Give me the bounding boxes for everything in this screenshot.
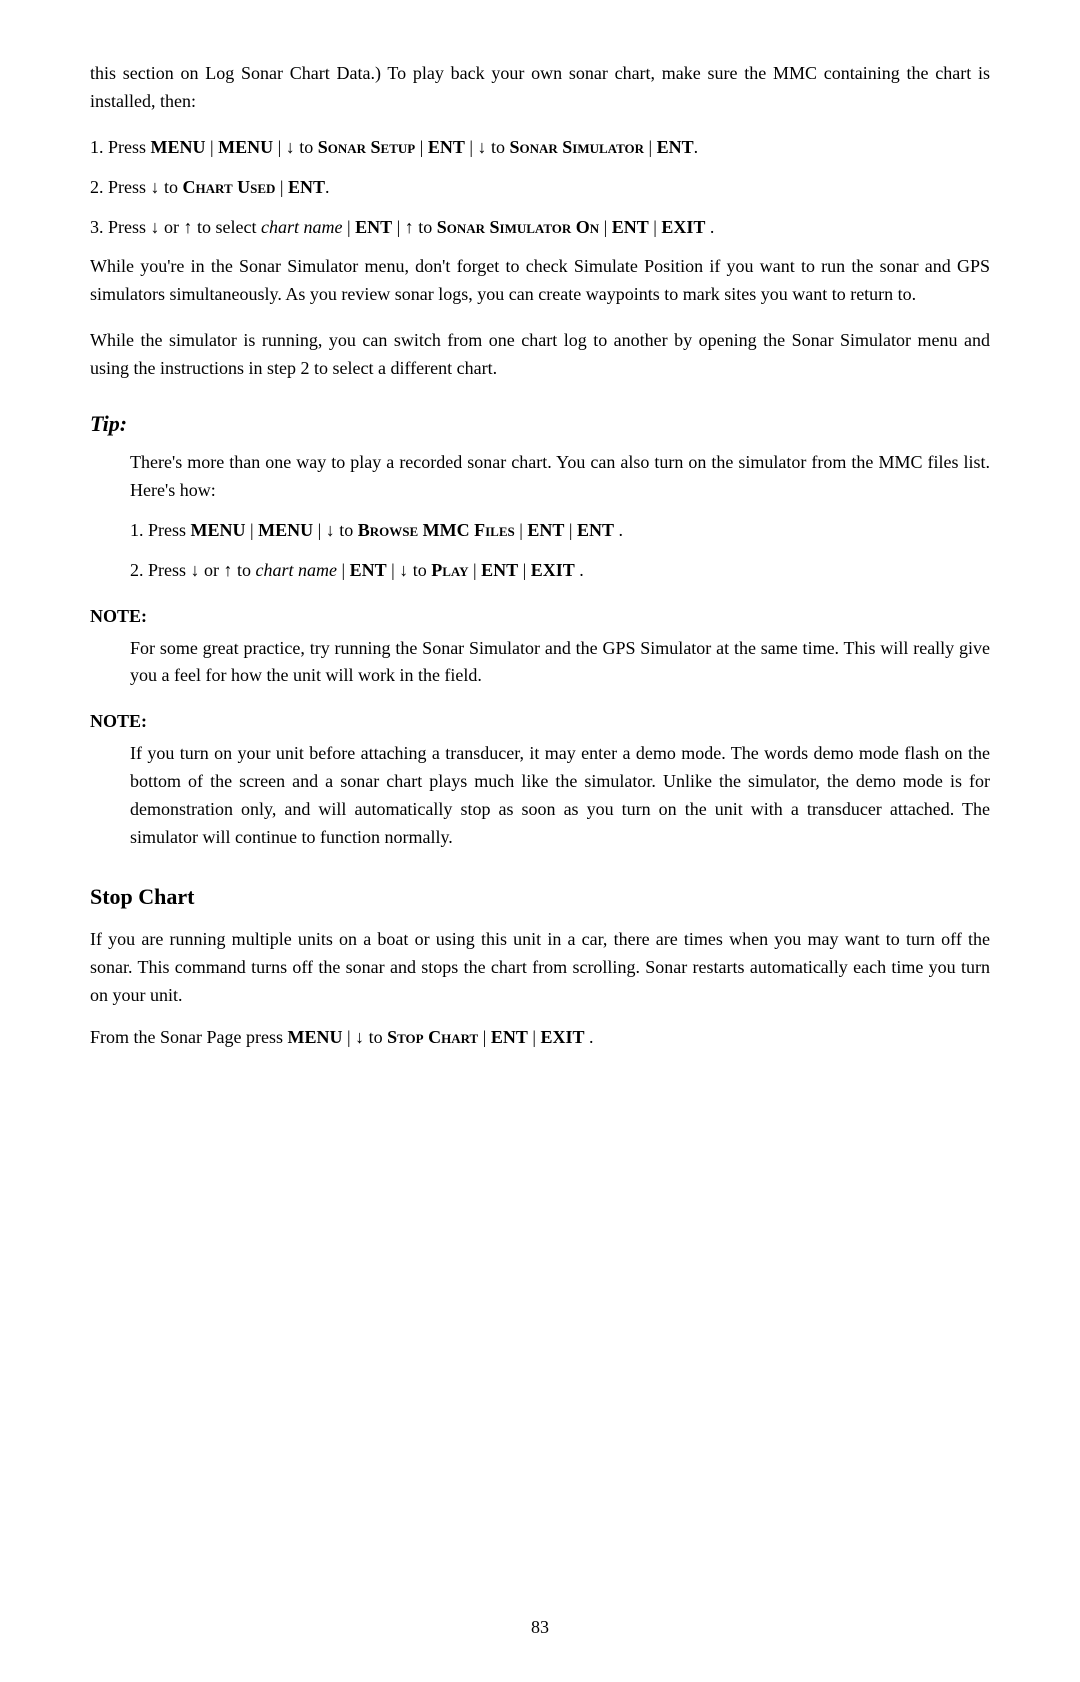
intro-paragraph: this section on Log Sonar Chart Data.) T… [90,60,990,116]
tip-pipe1: | [250,520,258,540]
tip-step-2-pipe2: | ↓ to [391,560,431,580]
step-3-ent2: ENT [612,217,649,237]
stop-chart-ent: ENT [491,1027,528,1047]
pipe1: | [206,137,219,157]
stop-chart-period: . [589,1027,594,1047]
tip-step-1-line: 1. Press MENU | MENU | ↓ to Browse MMC F… [130,517,990,545]
stop-chart-menu: MENU [287,1027,342,1047]
tip-step-1-ent2: ENT [577,520,614,540]
step-3-chartname: chart name [261,217,342,237]
tip-step-2-or: or [204,560,224,580]
step-3-ent1: ENT [355,217,392,237]
tip-pipe2: | ↓ to [318,520,358,540]
stop-chart-pipe1: | ↓ to [347,1027,387,1047]
step-1-key-ent1: ENT [428,137,465,157]
note2-text: If you turn on your unit before attachin… [130,740,990,852]
note1-text: For some great practice, try running the… [130,635,990,691]
tip-step-1-ent1: ENT [527,520,564,540]
step-2-line: 2. Press ↓ to Chart Used | ENT. [90,174,990,202]
stop-chart-exit: EXIT [540,1027,584,1047]
stop-chart-heading: Stop Chart [90,880,990,914]
tip-step-2-line: 2. Press ↓ or ↑ to chart name | ENT | ↓ … [130,557,990,585]
tip-step-1-browse: Browse MMC Files [358,520,515,540]
note1-block: For some great practice, try running the… [130,635,990,691]
note2-heading: NOTE: [90,708,990,736]
step-1-period: . [694,137,699,157]
stop-chart-para2: From the Sonar Page press MENU | ↓ to St… [90,1024,990,1052]
step-3-period: . [710,217,715,237]
step-2-period: . [325,177,330,197]
tip-block: There's more than one way to play a reco… [130,449,990,585]
step-2-key-chartused: Chart Used [183,177,276,197]
para1: While you're in the Sonar Simulator menu… [90,253,990,309]
note1-heading: NOTE: [90,603,990,631]
tip-step-1-menu2: MENU [258,520,313,540]
pipe6: | [275,177,288,197]
step-3-pipe-ent: | [347,217,355,237]
step-3-pipe2: | ↑ [397,217,419,237]
pipe2: | ↓ [273,137,299,157]
step-3-or: or [164,217,184,237]
step-3-key-sonarsim2: Sonar Simulator On [437,217,599,237]
stop-chart-pipe2: | [483,1027,491,1047]
tip-step-2-ent1: ENT [350,560,387,580]
pipe5: | [644,137,657,157]
tip-step-2-pipe4: | [523,560,531,580]
tip-step-2-exit: EXIT [531,560,575,580]
tip-text: There's more than one way to play a reco… [130,449,990,505]
tip-step-1-prefix: 1. Press [130,520,191,540]
tip-step-2-chartname: chart name [256,560,337,580]
tip-heading: Tip: [90,407,990,441]
tip-step-1-menu1: MENU [191,520,246,540]
step-3-prefix: 3. Press ↓ [90,217,164,237]
tip-step-2-up: ↑ to [224,560,256,580]
pipe3: | [415,137,428,157]
step-3-up: ↑ to select [184,217,261,237]
tip-step-2-pipe3: | [473,560,481,580]
step-1-to2: to [491,137,510,157]
tip-step-2-ent2: ENT [481,560,518,580]
step-2-key-ent: ENT [288,177,325,197]
tip-pipe4: | [569,520,577,540]
tip-step-2-pipe1: | [342,560,350,580]
note2-block: If you turn on your unit before attachin… [130,740,990,852]
step-1-key-sonarsetup: Sonar Setup [318,137,415,157]
step-2-prefix: 2. Press ↓ to [90,177,183,197]
step-1-key-menu1: MENU [151,137,206,157]
step-1-key-sonarsim: Sonar Simulator [509,137,644,157]
step-1-to1: to [299,137,318,157]
tip-step-2-prefix: 2. Press ↓ [130,560,204,580]
step-1-key-menu2: MENU [218,137,273,157]
stop-chart-key: Stop Chart [387,1027,478,1047]
step-3-line: 3. Press ↓ or ↑ to select chart name | E… [90,214,990,242]
step-1-line: 1. Press MENU | MENU | ↓ to Sonar Setup … [90,134,990,162]
page-number: 83 [0,1614,1080,1642]
stop-chart-para2-prefix: From the Sonar Page press [90,1027,287,1047]
para2: While the simulator is running, you can … [90,327,990,383]
stop-chart-para1: If you are running multiple units on a b… [90,926,990,1010]
step-3-to: to [418,217,437,237]
step-1-prefix: 1. Press [90,137,151,157]
pipe4: | ↓ [465,137,491,157]
step-3-exit: EXIT [661,217,705,237]
step-3-pipe3: | [604,217,612,237]
step-1-key-ent2: ENT [657,137,694,157]
tip-step-2-play: Play [431,560,468,580]
tip-step-2-period: . [579,560,584,580]
tip-step-1-period: . [619,520,624,540]
page: this section on Log Sonar Chart Data.) T… [0,0,1080,1682]
